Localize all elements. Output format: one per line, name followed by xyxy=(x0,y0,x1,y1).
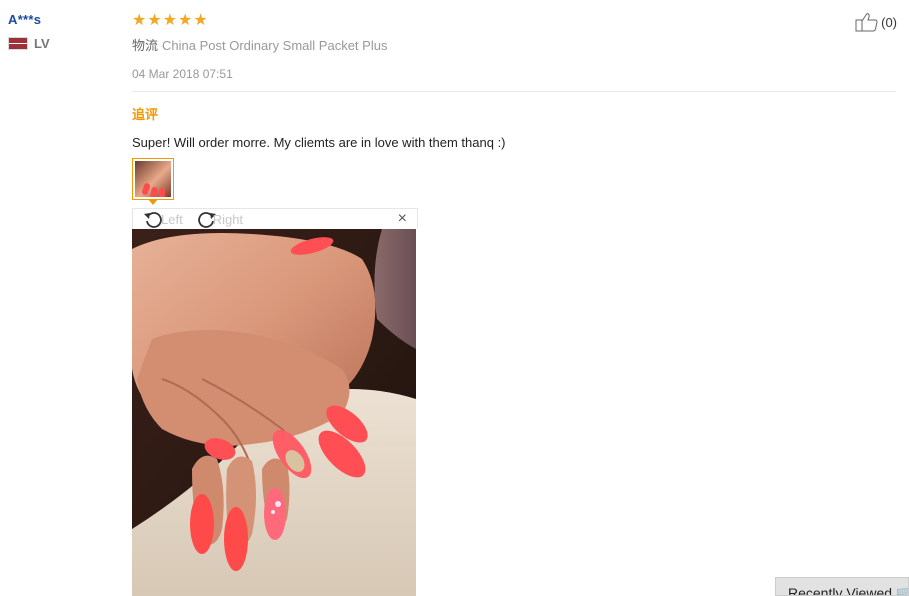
reviewer-country: LV xyxy=(8,36,50,51)
star-icon: ★ xyxy=(178,12,193,29)
logistics-label: 物流 xyxy=(132,38,159,53)
divider xyxy=(132,91,896,92)
rotate-left-label: Left xyxy=(161,211,183,227)
star-icon: ★ xyxy=(132,12,147,29)
rotate-right-button[interactable]: Right xyxy=(195,210,243,228)
reviewer-info: A***s LV xyxy=(8,12,50,51)
logistics-info: 物流 China Post Ordinary Small Packet Plus xyxy=(132,35,896,54)
star-icon: ★ xyxy=(162,12,178,29)
rotate-left-button[interactable]: Left xyxy=(143,210,183,228)
review-body: ★ ★ ★ ★ ★ 物流 China Post Ordinary Small Pa… xyxy=(132,12,896,596)
photo-thumbnail[interactable] xyxy=(132,158,174,200)
nails-photo-illustration xyxy=(132,229,416,596)
viewer-toolbar: Left Right × xyxy=(132,208,418,229)
review-date: 04 Mar 2018 07:51 xyxy=(132,67,233,81)
review-photo xyxy=(132,229,416,596)
rotate-right-label: Right xyxy=(212,211,244,227)
logistics-value: China Post Ordinary Small Packet Plus xyxy=(162,38,388,53)
reviewer-name: A***s xyxy=(8,12,42,27)
additional-review-label: 追评 xyxy=(132,107,159,122)
thumbnail-image xyxy=(135,161,171,197)
country-code: LV xyxy=(34,36,50,51)
thumbnail-pointer xyxy=(148,199,158,205)
close-icon[interactable]: × xyxy=(398,210,407,228)
latvia-flag-icon xyxy=(8,37,28,50)
photo-viewer: Left Right × xyxy=(132,208,418,596)
review-text: Super! Will order morre. My cliemts are … xyxy=(132,135,506,150)
star-icon: ★ xyxy=(147,12,162,29)
star-icon: ★ xyxy=(193,12,208,29)
star-rating: ★ ★ ★ ★ ★ xyxy=(132,12,896,29)
recently-viewed-tab[interactable]: Recently Viewed 🛒 xyxy=(775,577,909,596)
